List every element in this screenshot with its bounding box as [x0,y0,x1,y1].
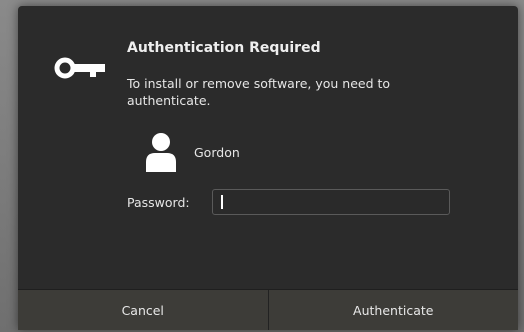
text-cursor [221,195,223,209]
user-avatar-icon [146,133,176,172]
password-label: Password: [127,195,190,210]
dialog-title: Authentication Required [127,40,321,56]
username-label: Gordon [194,144,240,160]
password-input[interactable] [212,189,450,215]
user-row: Gordon [146,132,240,172]
authenticate-button[interactable]: Authenticate [268,290,518,330]
authentication-dialog: Authentication Required To install or re… [18,6,518,330]
dialog-message: To install or remove software, you need … [127,76,391,108]
cancel-button[interactable]: Cancel [18,290,268,330]
key-icon [54,57,105,79]
button-bar: Cancel Authenticate [18,289,518,330]
